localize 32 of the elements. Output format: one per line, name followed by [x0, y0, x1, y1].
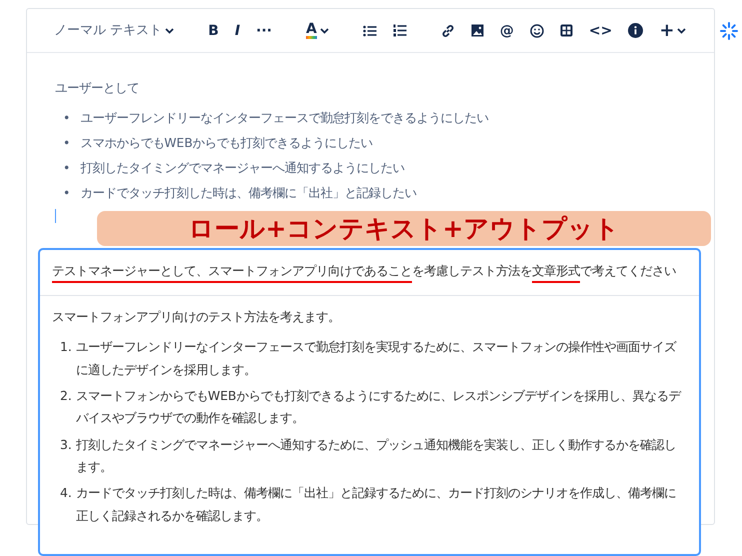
- list-bullet: •: [63, 135, 70, 152]
- text-style-dropdown[interactable]: ノーマル テキスト: [47, 22, 182, 39]
- text-color-button[interactable]: A: [299, 20, 336, 41]
- bullet-item: ユーザーフレンドリーなインターフェースで勤怠打刻をできるようにしたい: [80, 110, 488, 128]
- prompt-text: テストマネージャーとして、スマートフォンアプリ向けであること を考慮しテスト方法を文章形式で考えてください: [40, 250, 699, 296]
- list-bullet: •: [63, 160, 70, 178]
- bullet-item: カードでタッチ打刻した時は、備考欄に「出社」と記録したい: [80, 185, 416, 202]
- bullet-item: スマホからでもWEBからでも打刻できるようにしたい: [80, 135, 373, 152]
- mention-button[interactable]: @: [492, 22, 521, 40]
- caret-icon: [677, 28, 686, 34]
- insert-button[interactable]: +: [652, 20, 694, 42]
- text-cursor: [55, 209, 56, 224]
- annotation-banner: ロール+コンテキスト+アウトプット: [97, 211, 711, 246]
- step-number: 1.: [60, 338, 72, 356]
- step-number: 4.: [60, 484, 72, 502]
- bullet-item: 打刻したタイミングでマネージャーへ通知するようにしたい: [80, 160, 404, 178]
- answer-step: カードでタッチ打刻した時は、備考欄に「出社」と記録するために、カード打刻のシナリオを作成し、備考欄に正しく記録されるかを確認します。: [76, 482, 687, 528]
- answer-step: ユーザーフレンドリーなインターフェースで勤怠打刻を実現するために、スマートフォンの操作性や画面サイズに適したデザインを採用します。: [76, 336, 687, 382]
- intro-text: ユーザーとして: [55, 80, 140, 97]
- answer-step: 打刻したタイミングでマネージャーへ通知するために、プッシュ通知機能を実装し、正しく動作するかを確認します。: [76, 434, 687, 478]
- bold-button[interactable]: B: [201, 22, 226, 40]
- step-number: 2.: [60, 387, 72, 406]
- caret-icon: [165, 28, 174, 34]
- answer-intro: スマートフォンアプリ向けのテスト方法を考えます。: [52, 308, 341, 326]
- list-bullet: •: [63, 185, 70, 202]
- italic-button[interactable]: I: [228, 22, 248, 40]
- caret-icon: [320, 28, 329, 34]
- list-bullet: •: [63, 110, 70, 128]
- answer-step: スマートフォンからでもWEBからでも打刻できるようにするために、レスポンシブデザインを採用し、異なるデバイスやブラウザでの動作を確認します。: [76, 385, 687, 430]
- step-number: 3.: [60, 436, 72, 454]
- more-button[interactable]: ···: [249, 22, 279, 40]
- code-button[interactable]: <>: [582, 22, 620, 40]
